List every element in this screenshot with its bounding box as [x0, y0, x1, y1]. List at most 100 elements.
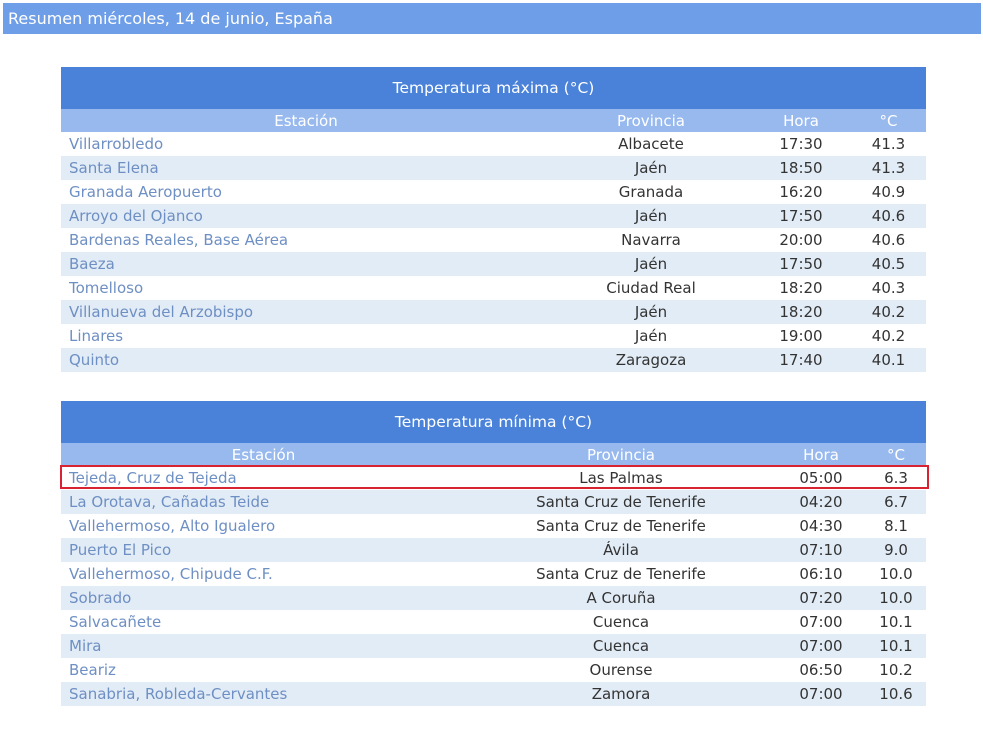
- province-cell: Zamora: [466, 682, 776, 706]
- province-cell: Santa Cruz de Tenerife: [536, 517, 706, 535]
- province-cell: Las Palmas: [579, 469, 663, 487]
- min-table-header-row: Estación Provincia Hora °C: [61, 443, 926, 466]
- temperature-cell: 40.5: [851, 252, 926, 276]
- station-link[interactable]: Salvacañete: [61, 610, 466, 634]
- station-link[interactable]: Quinto: [61, 348, 551, 372]
- station-link[interactable]: Puerto El Pico: [61, 538, 466, 562]
- table-row: Sobrado A Coruña 07:20 10.0: [61, 586, 926, 610]
- time-cell: 07:10: [776, 538, 866, 562]
- temperature-cell: 41.3: [871, 135, 906, 153]
- temperature-cell: 10.1: [866, 634, 926, 658]
- station-link[interactable]: Villarrobledo: [61, 132, 551, 156]
- station-link[interactable]: Beariz: [61, 658, 466, 682]
- table-row: Puerto El Pico Ávila 07:10 9.0: [61, 538, 926, 562]
- temperature-cell: 8.1: [884, 517, 908, 535]
- province-cell: Granada: [618, 183, 684, 201]
- table-row: Granada Aeropuerto Granada 16:20 40.9: [61, 180, 926, 204]
- min-table-title: Temperatura mínima (°C): [61, 401, 926, 443]
- temperature-cell: 10.0: [879, 565, 913, 583]
- time-cell: 07:20: [776, 586, 866, 610]
- column-header-time[interactable]: Hora: [751, 109, 851, 132]
- province-cell: Zaragoza: [551, 348, 751, 372]
- province-cell: Jaén: [551, 252, 751, 276]
- table-row: Linares Jaén 19:00 40.2: [61, 324, 926, 348]
- time-cell: 07:00: [799, 613, 843, 631]
- column-header-station[interactable]: Estación: [61, 443, 466, 466]
- column-header-temp[interactable]: °C: [866, 443, 926, 466]
- temperature-cell: 10.1: [879, 613, 913, 631]
- time-cell: 18:20: [751, 300, 851, 324]
- temperature-cell: 9.0: [866, 538, 926, 562]
- station-link[interactable]: Bardenas Reales, Base Aérea: [61, 228, 551, 252]
- temperature-cell: 40.9: [871, 183, 906, 201]
- time-cell: 17:40: [751, 348, 851, 372]
- station-link[interactable]: Baeza: [61, 252, 551, 276]
- station-link[interactable]: Linares: [61, 324, 551, 348]
- temperature-cell: 10.0: [866, 586, 926, 610]
- province-cell: Ciudad Real: [606, 279, 696, 297]
- time-cell: 04:20: [776, 490, 866, 514]
- province-cell: Jaén: [634, 327, 668, 345]
- time-cell: 18:50: [751, 156, 851, 180]
- station-link[interactable]: Mira: [61, 634, 466, 658]
- max-table-body: Villarrobledo Albacete 17:30 41.3 Santa Elen…: [61, 132, 926, 372]
- time-cell: 05:00: [799, 469, 843, 487]
- temperature-cell: 40.2: [851, 300, 926, 324]
- time-cell: 18:20: [779, 279, 823, 297]
- column-header-station[interactable]: Estación: [61, 109, 551, 132]
- table-row: Vallehermoso, Chipude C.F. Santa Cruz de …: [61, 562, 926, 586]
- province-cell: Santa Cruz de Tenerife: [536, 565, 706, 583]
- table-row: Arroyo del Ojanco Jaén 17:50 40.6: [61, 204, 926, 228]
- column-header-time[interactable]: Hora: [776, 443, 866, 466]
- station-link[interactable]: Tejeda, Cruz de Tejeda: [61, 466, 466, 490]
- time-cell: 19:00: [779, 327, 823, 345]
- province-cell: Ávila: [466, 538, 776, 562]
- province-cell: Jaén: [551, 156, 751, 180]
- temperature-cell: 10.2: [879, 661, 913, 679]
- province-cell: Jaén: [551, 204, 751, 228]
- column-header-province[interactable]: Provincia: [551, 109, 751, 132]
- time-cell: 06:10: [799, 565, 843, 583]
- column-header-province[interactable]: Provincia: [466, 443, 776, 466]
- temperature-cell: 40.1: [851, 348, 926, 372]
- time-cell: 17:50: [751, 204, 851, 228]
- province-cell: Cuenca: [592, 613, 650, 631]
- max-table-header-row: Estación Provincia Hora °C: [61, 109, 926, 132]
- temperature-cell: 40.3: [871, 279, 906, 297]
- station-link[interactable]: Tomelloso: [61, 276, 551, 300]
- station-link[interactable]: Granada Aeropuerto: [61, 180, 551, 204]
- table-row: Sanabria, Robleda-Cervantes Zamora 07:00 10…: [61, 682, 926, 706]
- station-link[interactable]: Sobrado: [61, 586, 466, 610]
- max-temperature-table: Temperatura máxima (°C) Estación Provinc…: [61, 67, 926, 372]
- station-link[interactable]: Vallehermoso, Alto Igualero: [61, 514, 466, 538]
- table-row: Villarrobledo Albacete 17:30 41.3: [61, 132, 926, 156]
- province-cell: A Coruña: [466, 586, 776, 610]
- station-link[interactable]: La Orotava, Cañadas Teide: [61, 490, 466, 514]
- station-link[interactable]: Sanabria, Robleda-Cervantes: [61, 682, 466, 706]
- table-row: Quinto Zaragoza 17:40 40.1: [61, 348, 926, 372]
- station-link[interactable]: Santa Elena: [61, 156, 551, 180]
- max-table-title: Temperatura máxima (°C): [61, 67, 926, 109]
- table-row: La Orotava, Cañadas Teide Santa Cruz de T…: [61, 490, 926, 514]
- table-row: Salvacañete Cuenca 07:00 10.1: [61, 610, 926, 634]
- table-row: Villanueva del Arzobispo Jaén 18:20 40.2: [61, 300, 926, 324]
- table-row: Tomelloso Ciudad Real 18:20 40.3: [61, 276, 926, 300]
- table-row: Santa Elena Jaén 18:50 41.3: [61, 156, 926, 180]
- temperature-cell: 40.6: [851, 204, 926, 228]
- time-cell: 20:00: [779, 231, 823, 249]
- station-link[interactable]: Vallehermoso, Chipude C.F.: [61, 562, 466, 586]
- temperature-cell: 6.7: [866, 490, 926, 514]
- temperature-cell: 40.6: [871, 231, 906, 249]
- province-cell: Cuenca: [466, 634, 776, 658]
- time-cell: 07:00: [776, 682, 866, 706]
- time-cell: 06:50: [799, 661, 843, 679]
- station-link[interactable]: Arroyo del Ojanco: [61, 204, 551, 228]
- temperature-cell: 10.6: [866, 682, 926, 706]
- min-table-body: Tejeda, Cruz de Tejeda Las Palmas 05:00 6.3…: [61, 466, 926, 706]
- table-row: Bardenas Reales, Base Aérea Navarra 20:00 4…: [61, 228, 926, 252]
- column-header-temp[interactable]: °C: [851, 109, 926, 132]
- table-row: Vallehermoso, Alto Igualero Santa Cruz de…: [61, 514, 926, 538]
- station-link[interactable]: Villanueva del Arzobispo: [61, 300, 551, 324]
- table-row: Baeza Jaén 17:50 40.5: [61, 252, 926, 276]
- temperature-cell: 40.2: [871, 327, 906, 345]
